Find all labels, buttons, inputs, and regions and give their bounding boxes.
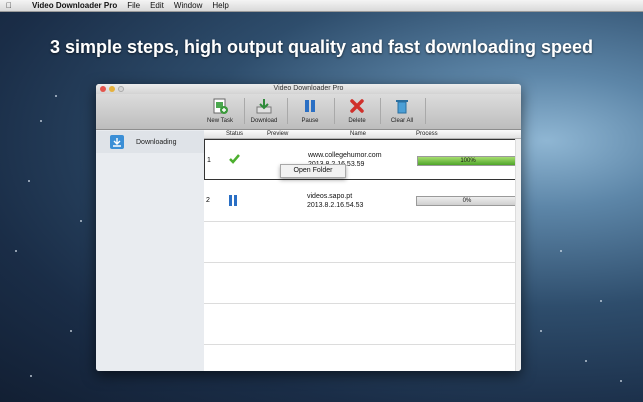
column-preview[interactable]: Preview: [267, 130, 288, 138]
sidebar-item-downloading[interactable]: Downloading: [96, 131, 204, 153]
minimize-window-button[interactable]: [109, 86, 115, 92]
delete-button[interactable]: Delete: [336, 97, 378, 124]
download-icon: [110, 135, 124, 149]
pause-button[interactable]: Pause: [289, 97, 331, 124]
trash-icon: [396, 100, 408, 114]
table-header: Status Preview Name Process: [204, 130, 521, 139]
menu-window[interactable]: Window: [174, 1, 202, 10]
row-time: 2013.8.2.16.54.53: [307, 202, 364, 209]
context-menu-open-folder[interactable]: Open Folder: [280, 164, 346, 178]
delete-icon: [350, 99, 364, 113]
pause-icon: [229, 195, 237, 206]
close-window-button[interactable]: [100, 86, 106, 92]
vertical-scrollbar[interactable]: [515, 139, 521, 371]
download-button[interactable]: Download: [243, 97, 285, 124]
promo-headline: 3 simple steps, high output quality and …: [49, 37, 594, 57]
table-row[interactable]: 2 videos.sapo.pt 2013.8.2.16.54.53 0%: [204, 180, 521, 222]
download-icon: [256, 99, 272, 114]
table-row[interactable]: 1 www.collegehumor.com 2013.8.2.16.53.59…: [204, 139, 521, 180]
table-row-empty: [204, 262, 521, 304]
pause-label: Pause: [301, 118, 319, 124]
column-name[interactable]: Name: [350, 130, 366, 138]
window-titlebar: Video Downloader Pro: [96, 84, 521, 94]
progress-bar: 0%: [416, 196, 518, 206]
menu-file[interactable]: File: [127, 1, 140, 10]
download-table: Status Preview Name Process 1 www.colleg…: [204, 130, 521, 371]
toolbar: New Task Download Pause Delete Clear All: [96, 94, 521, 130]
menu-edit[interactable]: Edit: [150, 1, 164, 10]
progress-label: 0%: [462, 198, 472, 204]
zoom-window-button[interactable]: [118, 86, 124, 92]
row-number: 1: [207, 157, 211, 164]
menu-app-name[interactable]: Video Downloader Pro: [32, 1, 117, 10]
row-name: videos.sapo.pt: [307, 193, 353, 200]
apple-icon[interactable]: : [2, 1, 16, 10]
delete-label: Delete: [348, 118, 366, 124]
window-title: Video Downloader Pro: [273, 85, 344, 92]
progress-bar: 100%: [417, 156, 519, 166]
row-number: 2: [206, 197, 210, 204]
menu-help[interactable]: Help: [212, 1, 228, 10]
clear-all-label: Clear All: [390, 118, 414, 124]
new-task-icon: [213, 98, 228, 114]
table-row-empty: [204, 221, 521, 263]
download-label: Download: [250, 118, 278, 124]
table-row-empty: [204, 303, 521, 345]
menu-bar:  Video Downloader Pro File Edit Window …: [0, 0, 643, 12]
sidebar-item-label: Downloading: [136, 138, 177, 146]
row-name: www.collegehumor.com: [308, 152, 382, 159]
sidebar: Downloading: [96, 130, 205, 371]
column-process[interactable]: Process: [416, 130, 438, 138]
clear-all-button[interactable]: Clear All: [381, 97, 423, 124]
progress-label: 100%: [460, 158, 476, 164]
app-window: Video Downloader Pro New Task Download P…: [96, 84, 521, 371]
new-task-label: New Task: [207, 118, 233, 124]
checkmark-icon: [229, 154, 240, 164]
new-task-button[interactable]: New Task: [199, 97, 241, 124]
column-status[interactable]: Status: [226, 130, 243, 138]
pause-icon: [305, 100, 315, 112]
